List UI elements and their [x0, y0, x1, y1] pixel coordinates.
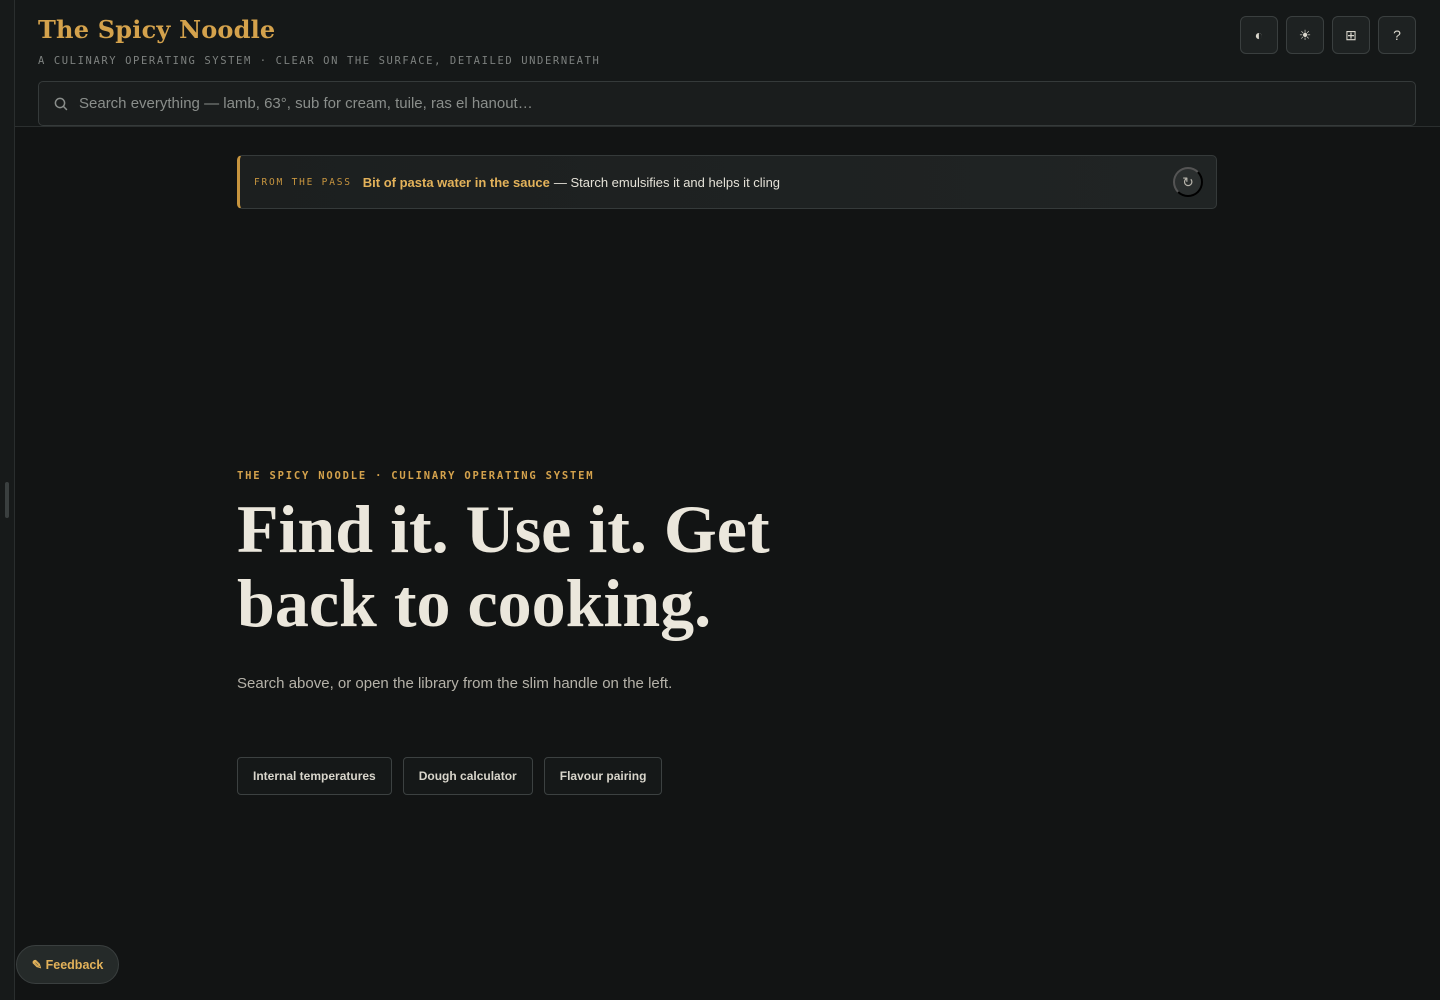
search-icon	[54, 97, 68, 110]
hero-subline: Search above, or open the library from t…	[237, 675, 673, 692]
help-button[interactable]: ?	[1378, 16, 1416, 54]
tip-body: — Starch emulsifies it and helps it clin…	[553, 174, 781, 190]
sun-icon: ☀	[1298, 26, 1312, 43]
search-input[interactable]	[69, 82, 1415, 125]
tip-banner: FROM THE PASS Bit of pasta water in the …	[237, 155, 1217, 209]
contrast-toggle-button[interactable]: ◐	[1240, 16, 1278, 54]
hero-eyebrow: THE SPICY NOODLE · CULINARY OPERATING SY…	[237, 470, 595, 482]
search-bar[interactable]	[38, 81, 1416, 126]
tip-refresh-button[interactable]: ↻	[1173, 167, 1203, 197]
quick-links: Internal temperatures Dough calculator F…	[237, 757, 663, 795]
library-rail	[0, 0, 15, 1000]
brand-tagline: A CULINARY OPERATING SYSTEM · CLEAR ON T…	[38, 55, 601, 67]
grid-icon: ⊞	[1345, 26, 1357, 43]
quick-link-internal-temperatures[interactable]: Internal temperatures	[237, 757, 392, 795]
library-drawer-handle[interactable]	[5, 482, 9, 518]
layout-toggle-button[interactable]: ⊞	[1332, 16, 1370, 54]
tip-title: Bit of pasta water in the sauce	[362, 174, 550, 190]
help-icon: ?	[1393, 27, 1401, 43]
app-header: The Spicy Noodle A CULINARY OPERATING SY…	[15, 0, 1440, 127]
tip-tag: FROM THE PASS	[254, 176, 352, 188]
contrast-icon: ◐	[1254, 27, 1264, 43]
brand-title: The Spicy Noodle	[38, 15, 276, 44]
hero-headline: Find it. Use it. Get back to cooking.	[237, 491, 770, 641]
refresh-icon: ↻	[1182, 173, 1194, 190]
theme-toggle-button[interactable]: ☀	[1286, 16, 1324, 54]
quick-link-dough-calculator[interactable]: Dough calculator	[402, 757, 533, 795]
quick-link-flavour-pairing[interactable]: Flavour pairing	[543, 757, 663, 795]
feedback-button[interactable]: ✎ Feedback	[16, 945, 119, 984]
